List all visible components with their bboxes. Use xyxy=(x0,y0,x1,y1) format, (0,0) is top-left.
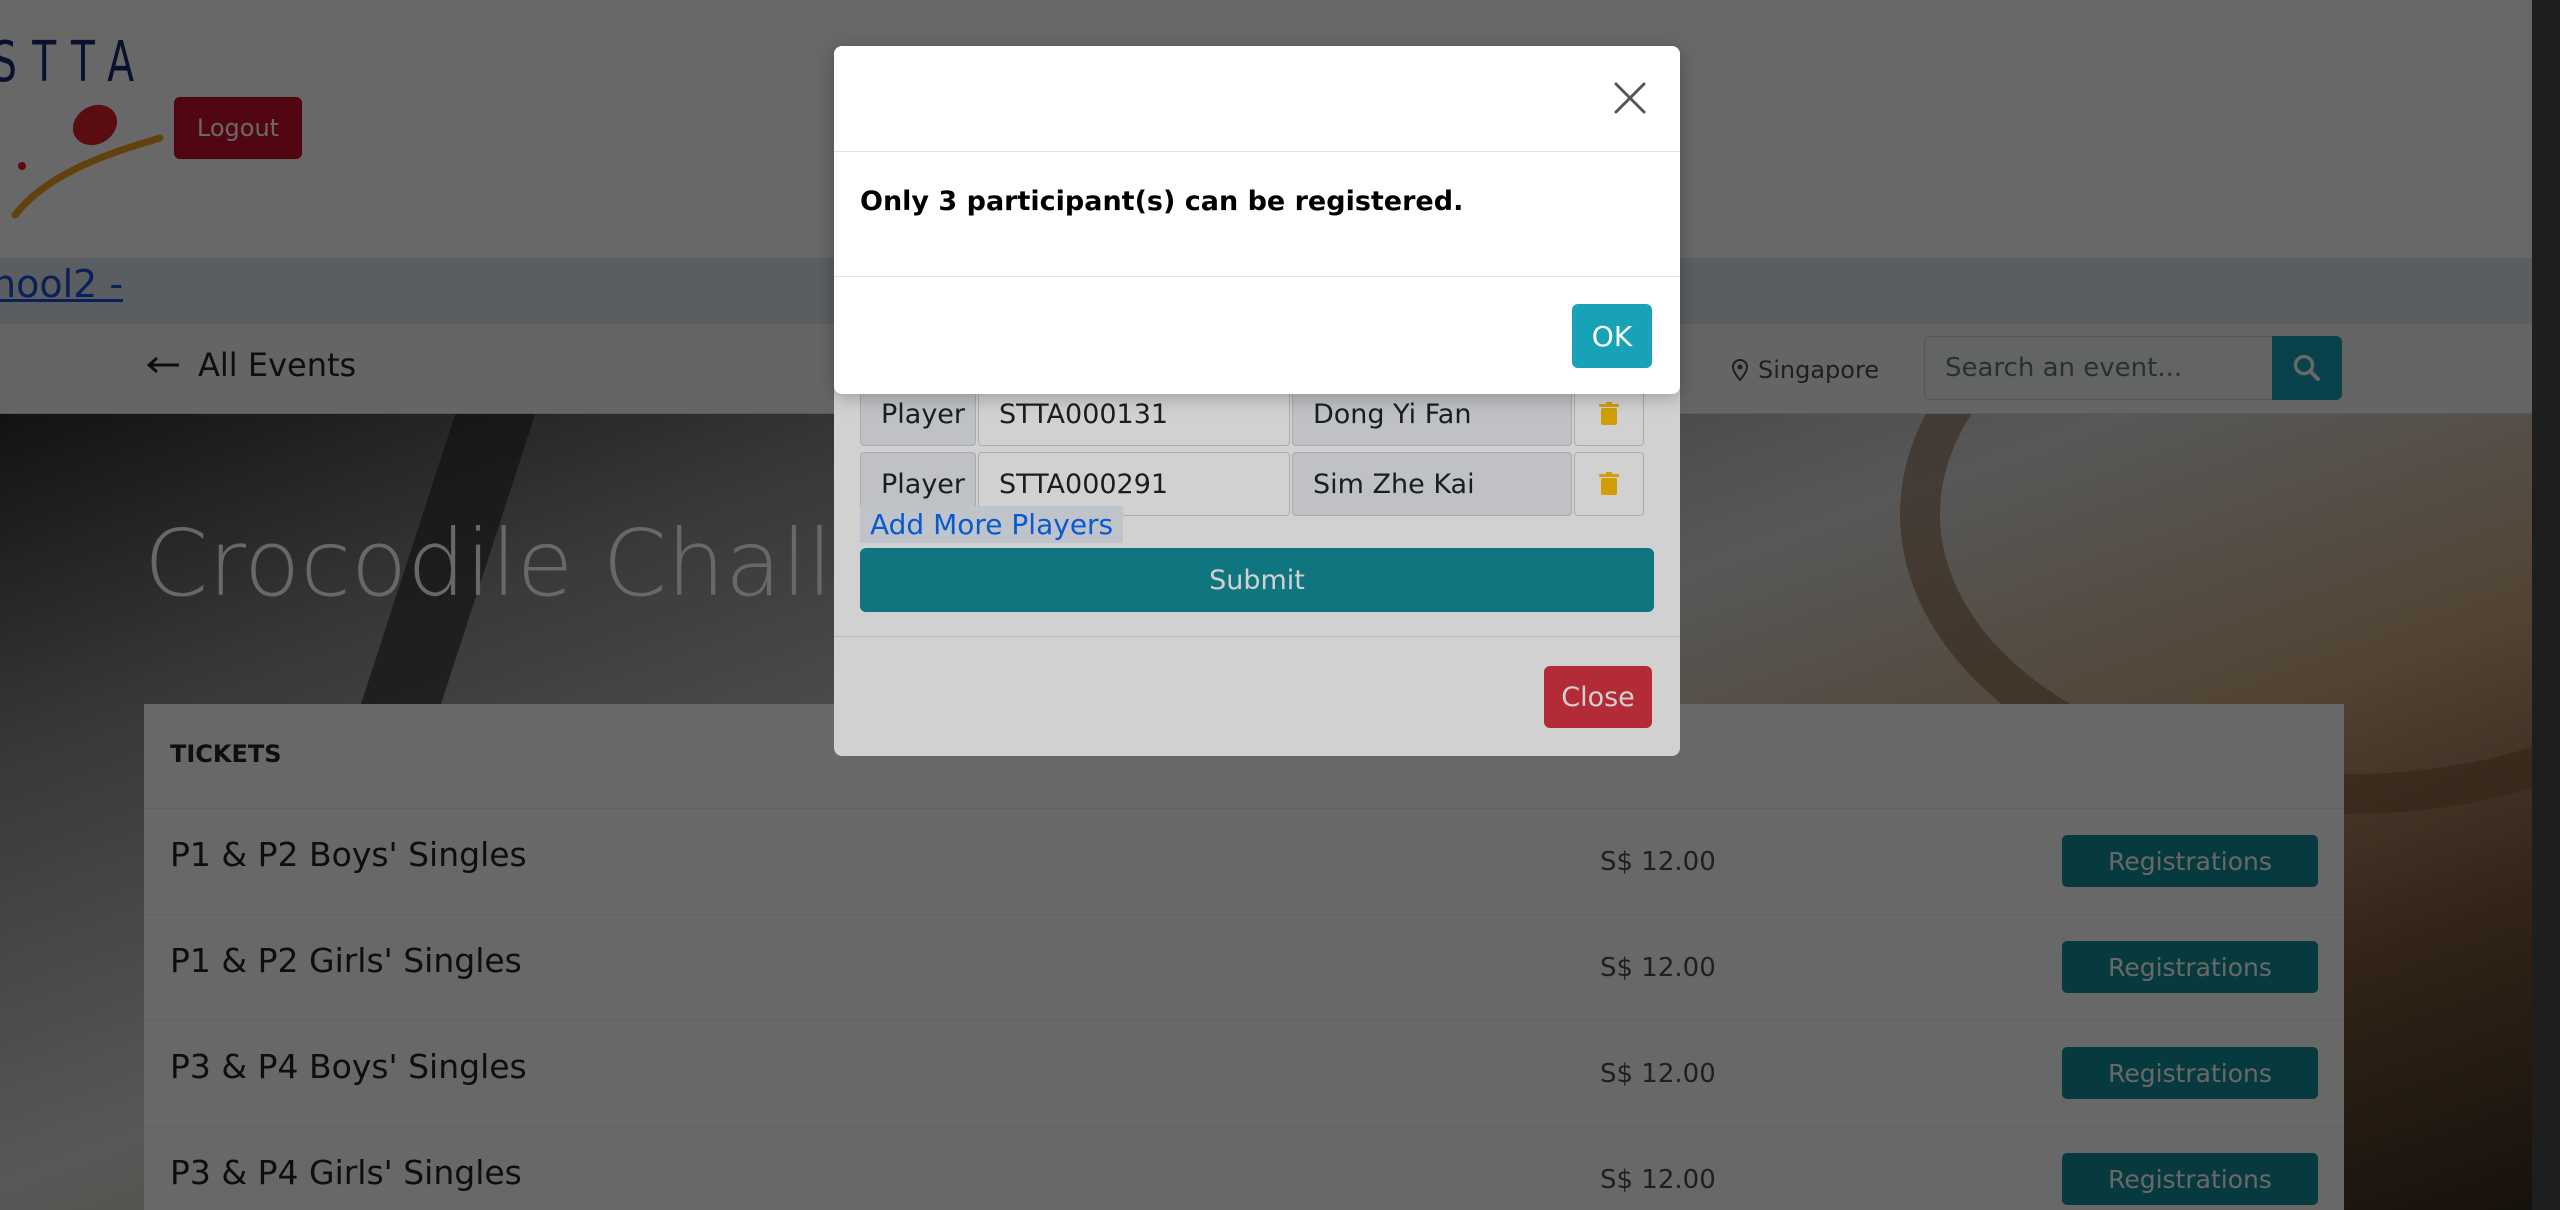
alert-footer-divider xyxy=(834,276,1680,277)
alert-modal: Only 3 participant(s) can be registered.… xyxy=(834,46,1680,394)
ok-button[interactable]: OK xyxy=(1572,304,1652,368)
alert-close-button[interactable] xyxy=(1608,76,1652,120)
alert-message: Only 3 participant(s) can be registered. xyxy=(860,186,1464,217)
close-icon xyxy=(1614,82,1646,114)
alert-header xyxy=(834,46,1680,152)
